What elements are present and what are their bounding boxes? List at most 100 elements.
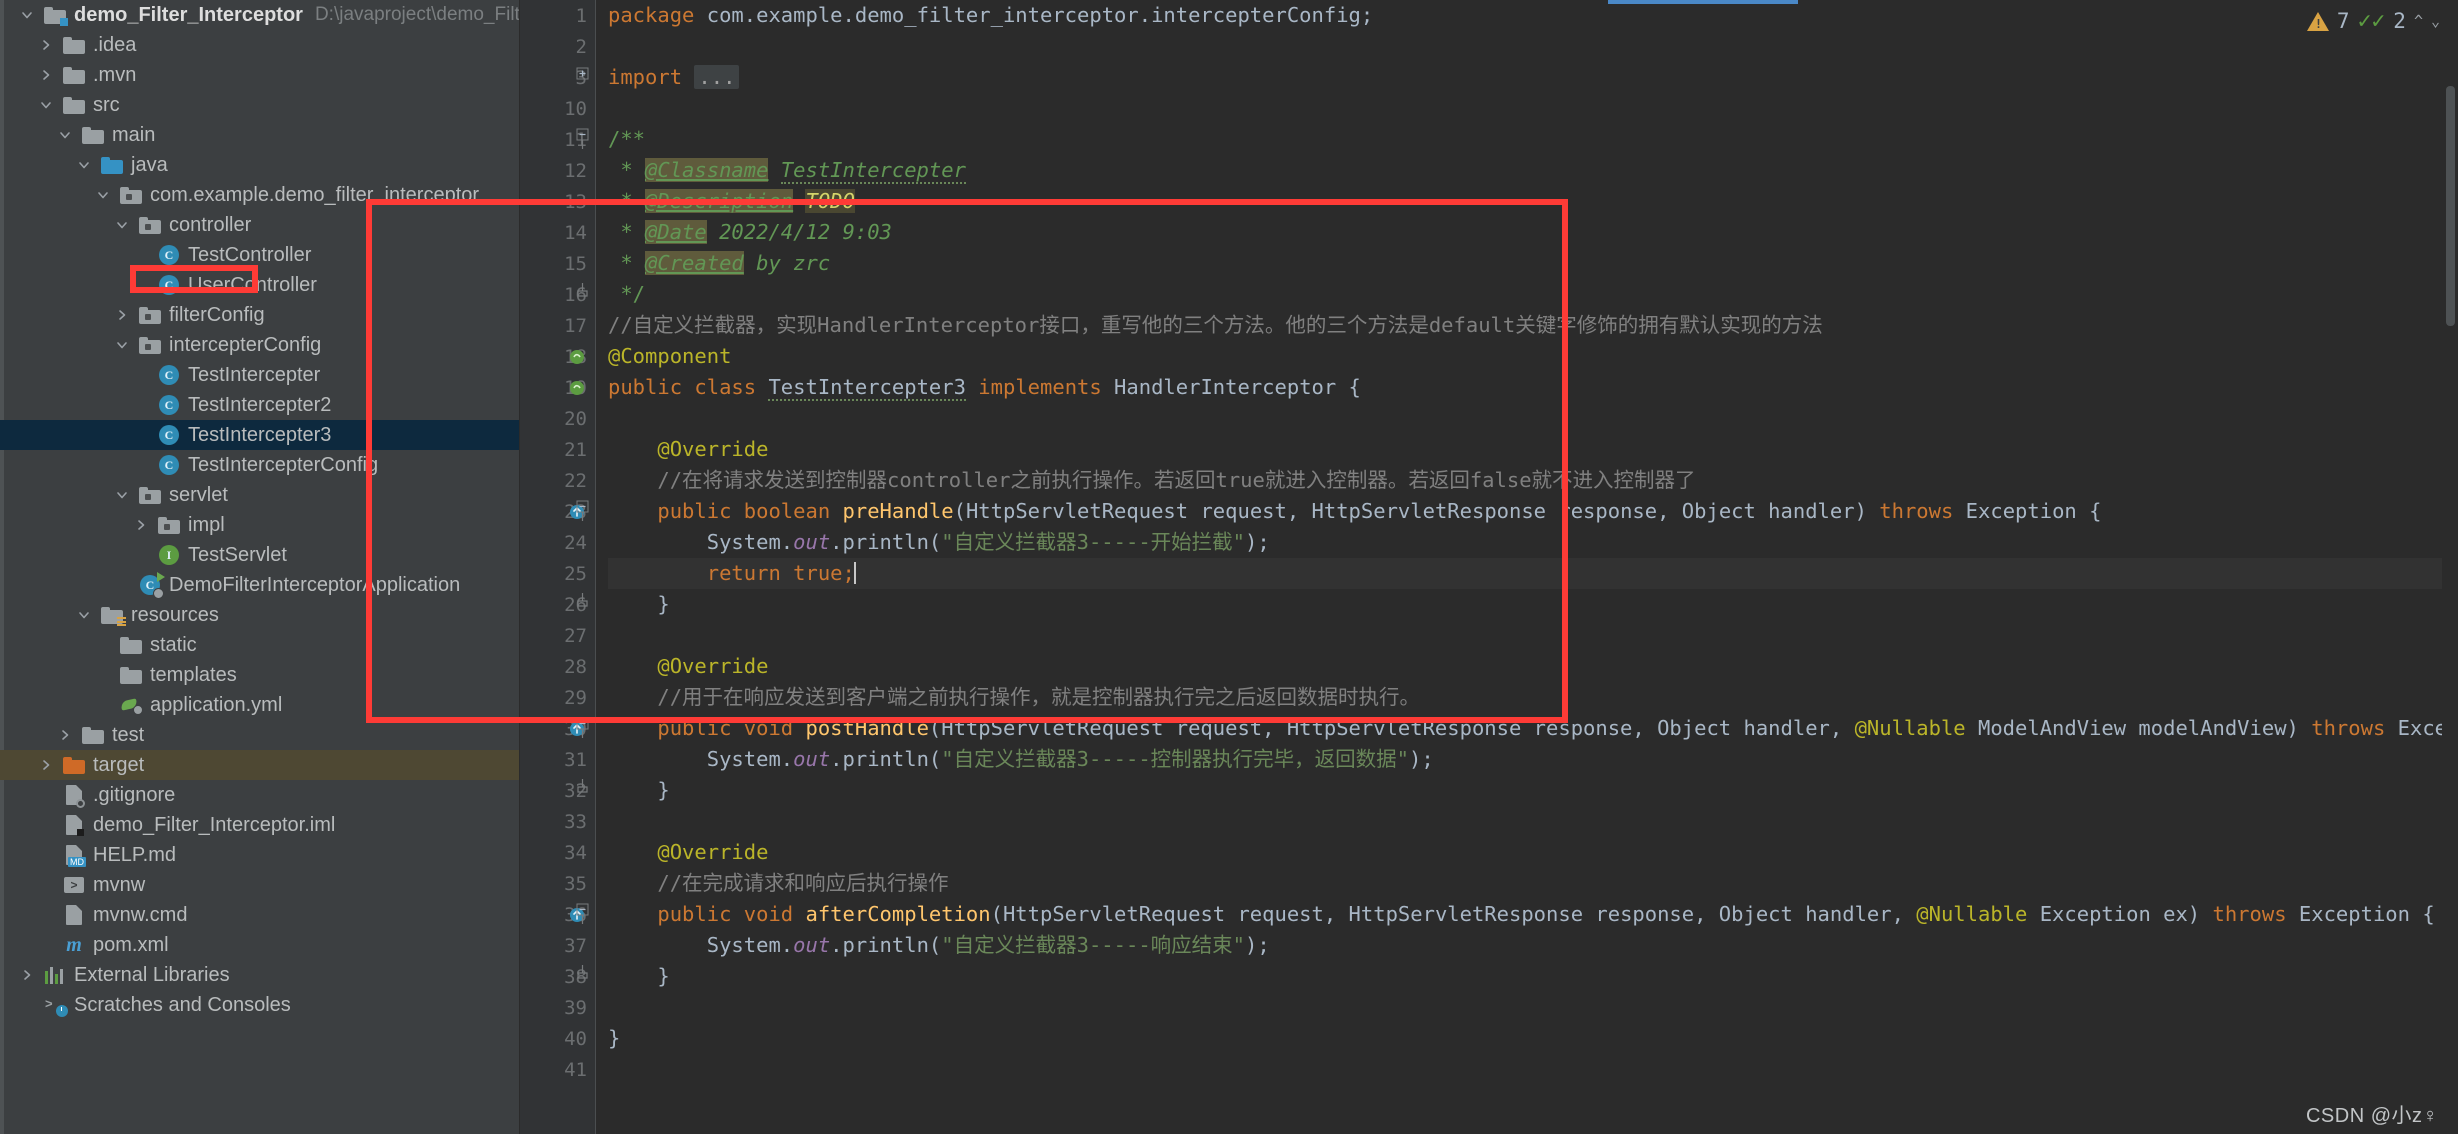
tree-item-testcontroller[interactable]: CTestController (0, 240, 519, 270)
chevron-down-icon[interactable] (33, 98, 59, 112)
code-line[interactable]: * @Classname TestIntercepter (608, 155, 966, 186)
code-line[interactable]: //用于在响应发送到客户端之前执行操作，就是控制器执行完之后返回数据时执行。 (608, 682, 1420, 713)
code-line[interactable]: import ... (608, 62, 739, 93)
code-line[interactable]: public class TestIntercepter3 implements… (608, 372, 1361, 403)
tree-item-com-example-demo-filter-interceptor[interactable]: com.example.demo_filter_interceptor (0, 180, 519, 210)
tree-item-application-yml[interactable]: application.yml (0, 690, 519, 720)
tree-item-resources[interactable]: resources (0, 600, 519, 630)
code-line[interactable]: } (608, 961, 670, 992)
code-line[interactable]: @Override (608, 837, 768, 868)
tree-item-demo-filter-interceptor-iml[interactable]: demo_Filter_Interceptor.iml (0, 810, 519, 840)
code-token: } (608, 592, 670, 616)
editor-scrollbar-track[interactable] (2442, 42, 2458, 1134)
tree-item-testintercepter3[interactable]: CTestIntercepter3 (0, 420, 519, 450)
chevron-right-icon[interactable] (14, 968, 40, 982)
fold-region-end-icon[interactable] (576, 965, 589, 985)
spring-bean-gutter-icon[interactable] (568, 379, 586, 397)
tree-item--mvn[interactable]: .mvn (0, 60, 519, 90)
code-line[interactable]: @Override (608, 434, 768, 465)
code-line[interactable]: /** (608, 124, 645, 155)
tree-item-intercepterconfig[interactable]: intercepterConfig (0, 330, 519, 360)
tree-item-mvnw-cmd[interactable]: mvnw.cmd (0, 900, 519, 930)
tree-item-testintercepter[interactable]: CTestIntercepter (0, 360, 519, 390)
chevron-up-icon[interactable]: ^ (2414, 12, 2423, 30)
chevron-right-icon[interactable] (33, 68, 59, 82)
code-line[interactable]: * @Date 2022/4/12 9:03 (608, 217, 892, 248)
fold-expand-icon[interactable] (576, 66, 589, 84)
editor-gutter[interactable]: 1231011121314151617181920212223242526272… (520, 0, 595, 1134)
fold-collapse-icon[interactable] (576, 903, 589, 929)
chevron-down-icon[interactable] (109, 488, 135, 502)
tree-item-static[interactable]: static (0, 630, 519, 660)
chevron-down-icon[interactable] (71, 158, 97, 172)
code-line[interactable]: //自定义拦截器，实现HandlerInterceptor接口，重写他的三个方法… (608, 310, 1823, 341)
tree-item-target[interactable]: target (0, 750, 519, 780)
tree-item-testintercepterconfig[interactable]: CTestIntercepterConfig (0, 450, 519, 480)
tree-item-demo-filter-interceptor[interactable]: demo_Filter_InterceptorD:\javaproject\de… (0, 0, 519, 30)
tree-item-impl[interactable]: impl (0, 510, 519, 540)
tree-item-help-md[interactable]: MDHELP.md (0, 840, 519, 870)
tree-item-templates[interactable]: templates (0, 660, 519, 690)
code-line[interactable]: package com.example.demo_filter_intercep… (608, 0, 1373, 31)
tree-item-main[interactable]: main (0, 120, 519, 150)
tree-item-scratches-and-consoles[interactable]: >Scratches and Consoles (0, 990, 519, 1020)
chevron-right-icon[interactable] (52, 728, 78, 742)
code-line[interactable]: } (608, 589, 670, 620)
tree-item-usercontroller[interactable]: CUserController (0, 270, 519, 300)
fold-region-end-icon[interactable] (576, 283, 589, 303)
chevron-down-icon[interactable] (52, 128, 78, 142)
editor-scrollbar-thumb[interactable] (2446, 86, 2455, 326)
fold-region-end-icon[interactable] (576, 593, 589, 613)
fold-collapse-icon[interactable] (576, 500, 589, 526)
tree-item-filterconfig[interactable]: filterConfig (0, 300, 519, 330)
chevron-down-icon[interactable] (109, 218, 135, 232)
code-editor[interactable]: 1231011121314151617181920212223242526272… (520, 0, 2458, 1134)
chevron-down-icon[interactable]: ⌄ (2431, 12, 2440, 30)
code-line[interactable]: public void afterCompletion(HttpServletR… (608, 899, 2435, 930)
code-line[interactable]: System.out.println("自定义拦截器3-----控制器执行完毕，… (608, 744, 1434, 775)
tree-item-controller[interactable]: controller (0, 210, 519, 240)
chevron-right-icon[interactable] (128, 518, 154, 532)
chevron-down-icon[interactable] (71, 608, 97, 622)
tree-item-src[interactable]: src (0, 90, 519, 120)
code-text-area[interactable]: package com.example.demo_filter_intercep… (608, 0, 2458, 1134)
tree-item-demofilterinterceptorapplication[interactable]: CDemoFilterInterceptorApplication (0, 570, 519, 600)
code-line[interactable]: * @Created by zrc (608, 248, 830, 279)
inspection-widget[interactable]: 7 ✓✓ 2 ^ ⌄ (2307, 0, 2458, 42)
code-line[interactable]: } (608, 775, 670, 806)
spring-bean-gutter-icon[interactable] (568, 348, 586, 366)
tree-item-java[interactable]: java (0, 150, 519, 180)
chevron-right-icon[interactable] (33, 758, 59, 772)
code-line[interactable]: } (608, 1023, 620, 1054)
code-line[interactable]: System.out.println("自定义拦截器3-----开始拦截"); (608, 527, 1270, 558)
tree-item-testintercepter2[interactable]: CTestIntercepter2 (0, 390, 519, 420)
code-line[interactable]: return true; (608, 558, 856, 589)
chevron-right-icon[interactable] (33, 38, 59, 52)
code-line[interactable]: @Override (608, 651, 768, 682)
project-tree[interactable]: demo_Filter_InterceptorD:\javaproject\de… (0, 0, 519, 1020)
chevron-down-icon[interactable] (90, 188, 116, 202)
chevron-right-icon[interactable] (109, 308, 135, 322)
tree-item-servlet[interactable]: servlet (0, 480, 519, 510)
chevron-down-icon[interactable] (14, 8, 40, 22)
code-line[interactable]: //在将请求发送到控制器controller之前执行操作。若返回true就进入控… (608, 465, 1696, 496)
tree-item-test[interactable]: test (0, 720, 519, 750)
fold-collapse-icon[interactable] (576, 128, 589, 154)
tree-item--gitignore[interactable]: .gitignore (0, 780, 519, 810)
code-line[interactable]: * @Description TODO (608, 186, 855, 217)
code-line[interactable]: */ (608, 279, 645, 310)
code-line[interactable]: public void postHandle(HttpServletReques… (608, 713, 2458, 744)
tree-item-testservlet[interactable]: ITestServlet (0, 540, 519, 570)
fold-collapse-icon[interactable] (576, 717, 589, 743)
tree-item-external-libraries[interactable]: External Libraries (0, 960, 519, 990)
project-tool-window[interactable]: demo_Filter_InterceptorD:\javaproject\de… (0, 0, 520, 1134)
code-line[interactable]: System.out.println("自定义拦截器3-----响应结束"); (608, 930, 1270, 961)
tree-item-mvnw[interactable]: >mvnw (0, 870, 519, 900)
code-line[interactable]: public boolean preHandle(HttpServletRequ… (608, 496, 2101, 527)
fold-region-end-icon[interactable] (576, 779, 589, 799)
chevron-down-icon[interactable] (109, 338, 135, 352)
code-line[interactable]: @Component (608, 341, 731, 372)
code-line[interactable]: //在完成请求和响应后执行操作 (608, 868, 949, 899)
tree-item-pom-xml[interactable]: mpom.xml (0, 930, 519, 960)
tree-item--idea[interactable]: .idea (0, 30, 519, 60)
